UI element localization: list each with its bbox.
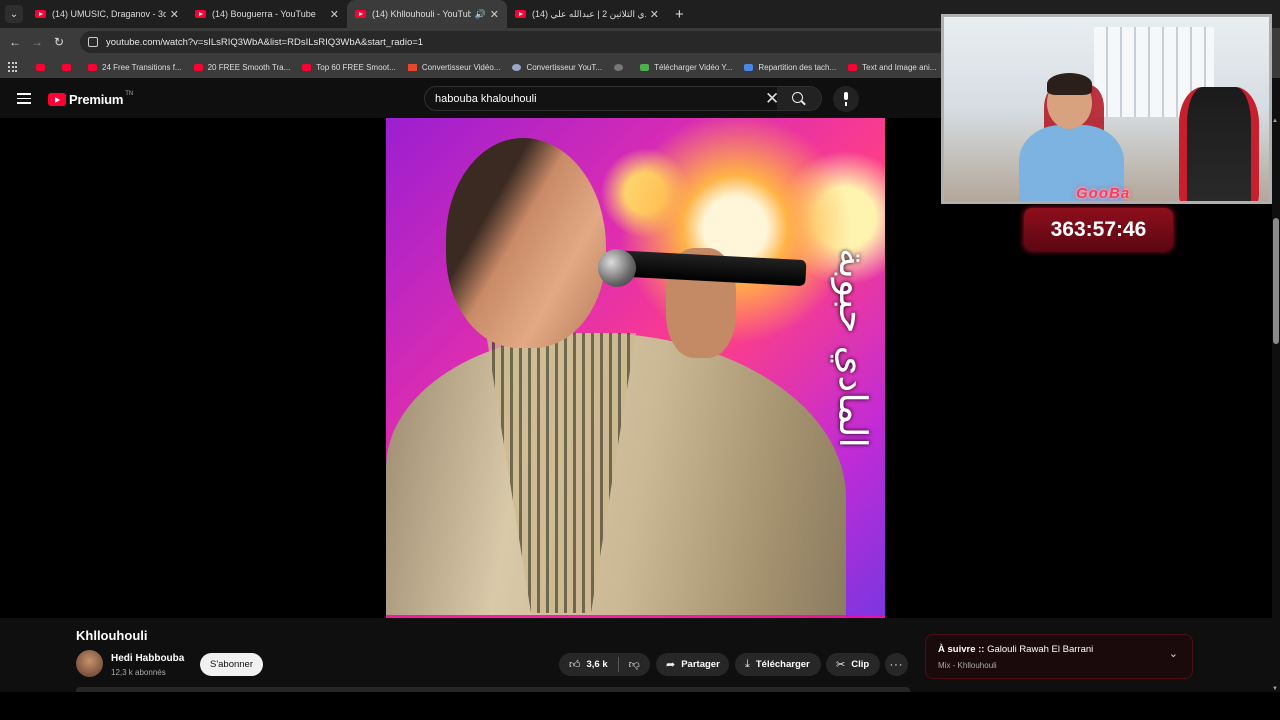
share-icon: ➦	[666, 659, 676, 671]
bookmark-item[interactable]: Convertisseur YouT...	[512, 63, 602, 72]
thumbs-down-icon: 👎︎	[628, 659, 640, 671]
share-button[interactable]: ➦ Partager	[656, 653, 729, 676]
tab-title: (14) UMUSIC, Draganov - 3dabi	[52, 9, 166, 19]
bookmark-item[interactable]	[614, 63, 628, 71]
tab-bouguerra[interactable]: (14) Bouguerra - YouTube ✕	[187, 0, 347, 28]
bookmark-item[interactable]: Télécharger Vidéo Y...	[640, 63, 732, 72]
up-next-subtitle: Mix - Khllouhouli	[938, 661, 997, 670]
up-next-title: Galouli Rawah El Barrani	[987, 644, 1094, 655]
channel-name[interactable]: Hedi Habbouba	[111, 653, 184, 664]
voice-search-icon[interactable]	[833, 86, 859, 112]
bookmark-item[interactable]: 20 FREE Smooth Tra...	[193, 63, 290, 72]
page-scrollbar[interactable]: ▲ ▼	[1272, 118, 1280, 692]
video-title: Khllouhouli	[76, 628, 148, 643]
bookmark-item[interactable]	[62, 63, 76, 71]
close-icon[interactable]: ✕	[330, 8, 339, 21]
speaker-icon[interactable]: 🔊	[475, 9, 486, 20]
webcam-overlay: GooBa	[941, 14, 1272, 204]
microphone-icon	[598, 249, 636, 287]
close-icon[interactable]: ✕	[490, 8, 499, 21]
youtube-icon	[302, 63, 312, 71]
search-input[interactable]: habouba khalouhouli	[435, 93, 537, 105]
bookmark-item[interactable]: Repartition des tach...	[744, 63, 836, 72]
download-icon	[640, 63, 650, 71]
video-player[interactable]: المادي حبوبة	[386, 118, 885, 618]
cover-arabic-text: المادي حبوبة	[831, 248, 875, 448]
search-button[interactable]	[777, 87, 821, 110]
tab-list: (14) UMUSIC, Draganov - 3dabi ✕ (14) Bou…	[27, 0, 667, 28]
scrollbar-thumb[interactable]	[1273, 218, 1279, 344]
stream-timer: 363:57:46	[1024, 208, 1173, 251]
like-dislike-group: 👍︎ 3,6 k 👎︎	[559, 653, 650, 676]
youtube-icon	[848, 63, 858, 71]
tab-search-button[interactable]: ⌄	[5, 5, 23, 23]
scissors-icon: ✂	[836, 659, 846, 671]
tab-title: (14) Khllouhouli - YouTube	[372, 9, 471, 19]
menu-icon[interactable]	[17, 93, 31, 104]
more-actions-icon[interactable]: ···	[885, 653, 908, 676]
video-info: Khllouhouli Hedi Habbouba 12,3 k abonnés…	[0, 618, 1272, 692]
scroll-up-icon[interactable]: ▲	[1272, 118, 1278, 124]
chevron-down-icon: ⌄	[9, 8, 19, 20]
reload-icon[interactable]: ↻	[48, 35, 70, 49]
new-tab-button[interactable]: +	[675, 6, 684, 23]
site-settings-icon[interactable]	[88, 37, 98, 47]
tab-title: (14) تحدي الثلاثين 2 | عبدالله علي	[532, 8, 646, 19]
channel-avatar[interactable]	[76, 650, 103, 677]
youtube-icon	[195, 10, 206, 18]
bookmark-item[interactable]: Text and Image ani...	[848, 63, 936, 72]
tab-khllouhouli[interactable]: (14) Khllouhouli - YouTube 🔊 ✕	[347, 0, 507, 28]
url-field[interactable]: youtube.com/watch?v=sILsRIQ3WbA&list=RDs…	[80, 31, 950, 53]
tab-title: (14) Bouguerra - YouTube	[212, 9, 316, 19]
youtube-icon	[515, 10, 526, 18]
search-box[interactable]: habouba khalouhouli ✕	[424, 86, 822, 111]
url-text: youtube.com/watch?v=sILsRIQ3WbA&list=RDs…	[106, 36, 424, 48]
bookmark-item[interactable]: Top 60 FREE Smoot...	[302, 63, 396, 72]
download-icon: ⤓	[745, 658, 750, 670]
chevron-down-icon[interactable]: ⌄	[1169, 647, 1178, 660]
bookmark-item[interactable]: 24 Free Transitions f...	[88, 63, 182, 72]
back-arrow-icon[interactable]: ←	[4, 35, 26, 49]
up-next-prefix: À suivre ::	[938, 644, 985, 655]
z-icon	[407, 63, 417, 71]
youtube-premium-logo[interactable]: Premium TN	[48, 91, 133, 107]
subscriber-count: 12,3 k abonnés	[111, 668, 166, 677]
singer-head	[446, 138, 606, 348]
overlay-brand: GooBa	[1076, 185, 1131, 202]
youtube-icon	[193, 63, 203, 71]
youtube-icon	[35, 10, 46, 18]
subscribe-button[interactable]: S'abonner	[200, 653, 263, 676]
tab-challenge[interactable]: (14) تحدي الثلاثين 2 | عبدالله علي ✕	[507, 0, 667, 28]
thumbs-up-icon: 👍︎	[569, 659, 581, 671]
search-icon	[792, 92, 803, 103]
youtube-icon	[62, 63, 71, 71]
youtube-play-icon	[48, 93, 66, 106]
bookmark-item[interactable]: Convertisseur Vidéo...	[407, 63, 500, 72]
dislike-button[interactable]: 👎︎	[619, 653, 650, 676]
tab-umusic[interactable]: (14) UMUSIC, Draganov - 3dabi ✕	[27, 0, 187, 28]
like-button[interactable]: 👍︎ 3,6 k	[559, 653, 618, 676]
converter-icon	[512, 63, 522, 71]
document-icon	[744, 63, 754, 71]
youtube-icon	[355, 10, 366, 18]
close-icon[interactable]: ✕	[170, 8, 179, 21]
gaming-chair	[1179, 87, 1259, 201]
apps-grid-icon[interactable]	[8, 62, 18, 72]
forward-arrow-icon[interactable]: →	[26, 35, 48, 49]
clip-button[interactable]: ✂ Clip	[826, 653, 880, 676]
download-button[interactable]: ⤓ Télécharger	[735, 653, 821, 676]
youtube-icon	[88, 63, 97, 71]
up-next-card[interactable]: À suivre :: Galouli Rawah El Barrani Mix…	[925, 634, 1193, 679]
close-icon[interactable]: ✕	[650, 8, 659, 21]
bookmark-item[interactable]	[36, 63, 50, 71]
globe-icon	[614, 63, 624, 71]
youtube-icon	[36, 63, 45, 71]
